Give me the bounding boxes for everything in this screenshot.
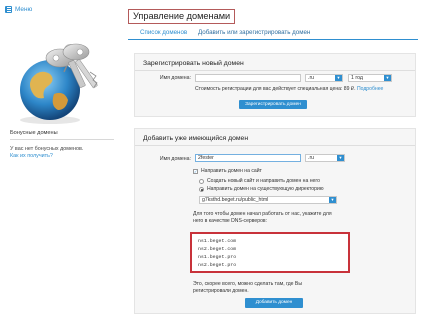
register-domain-panel: Зарегистрировать новый домен Имя домена:…	[134, 53, 416, 117]
bonus-domains-link[interactable]: Как их получить?	[10, 153, 53, 159]
add-zone-value: .ru	[308, 155, 315, 161]
page-title: Управление доменами	[128, 9, 236, 24]
register-price-note: Стоимость регистрации для вас действует …	[195, 86, 383, 92]
new-site-label: Создать новый сайт и направить домен на …	[207, 178, 320, 184]
register-price-link[interactable]: Подробнее	[357, 86, 383, 92]
globe-keys-illustration	[20, 43, 98, 124]
chevron-down-icon: ▼	[384, 75, 391, 81]
directory-value: g7ksthd.beget.ru/public_html	[202, 197, 269, 203]
chevron-down-icon: ▼	[329, 197, 336, 203]
register-zone-select[interactable]: .ru ▼	[305, 74, 343, 82]
directory-select[interactable]: g7ksthd.beget.ru/public_html ▼	[199, 196, 337, 204]
menu-button[interactable]: Меню	[5, 6, 32, 13]
existing-dir-label: Направить домен на существующую директор…	[207, 186, 324, 192]
add-name-label: Имя домена:	[159, 156, 191, 162]
register-name-input[interactable]	[195, 74, 301, 82]
dns-note-line-2: него в качестве DNS-серверов:	[193, 218, 268, 224]
dns-note-line-1: Для того чтобы домен начал работать от н…	[193, 211, 332, 217]
add-name-input[interactable]: 2fester	[195, 154, 301, 162]
add-domain-heading: Добавить уже имеющийся домен	[143, 135, 249, 142]
existing-dir-radio[interactable]	[199, 187, 204, 192]
add-zone-select[interactable]: .ru ▼	[305, 154, 345, 162]
add-domain-button[interactable]: Добавить домен	[245, 298, 303, 308]
sidebar-divider	[10, 139, 114, 140]
register-divider	[135, 70, 415, 71]
direct-domain-checkbox[interactable]: ✓	[193, 169, 198, 174]
add-divider	[135, 145, 415, 146]
chevron-down-icon: ▼	[337, 155, 344, 161]
bonus-domains-text: У вас нет бонусных доменов.	[10, 146, 84, 152]
add-domain-panel: Добавить уже имеющийся домен Имя домена:…	[134, 128, 416, 314]
new-site-radio[interactable]	[199, 179, 204, 184]
dns-server: ns1.beget.com	[198, 239, 237, 244]
direct-domain-label: Направить домен на сайт	[201, 168, 262, 174]
menu-label: Меню	[15, 6, 33, 13]
tab-bar: Список доменов Добавить или зарегистриро…	[128, 26, 418, 40]
dns-server: ns2.beget.com	[198, 247, 237, 252]
hamburger-icon	[5, 6, 12, 13]
after-note-line-1: Это, скорее всего, можно сделать там, гд…	[193, 281, 302, 287]
register-period-select[interactable]: 1 год ▼	[348, 74, 392, 82]
register-price-text: Стоимость регистрации для вас действует …	[195, 86, 356, 92]
dns-server: ns2.beget.pro	[198, 263, 237, 268]
bonus-domains-title: Бонусные домены	[10, 130, 58, 136]
dns-servers-box: ns1.beget.com ns2.beget.com ns1.beget.pr…	[190, 232, 350, 273]
register-name-label: Имя домена:	[159, 75, 191, 81]
tab-domain-list[interactable]: Список доменов	[140, 29, 187, 36]
register-period-value: 1 год	[351, 75, 363, 81]
register-domain-heading: Зарегистрировать новый домен	[143, 60, 244, 67]
register-zone-value: .ru	[308, 75, 315, 81]
chevron-down-icon: ▼	[335, 75, 342, 81]
after-note-line-2: регистрировали домен.	[193, 288, 249, 294]
register-domain-button[interactable]: Зарегистрировать домен	[239, 100, 307, 109]
dns-server: ns1.beget.pro	[198, 255, 237, 260]
tab-add-domain[interactable]: Добавить или зарегистрировать домен	[198, 29, 310, 36]
